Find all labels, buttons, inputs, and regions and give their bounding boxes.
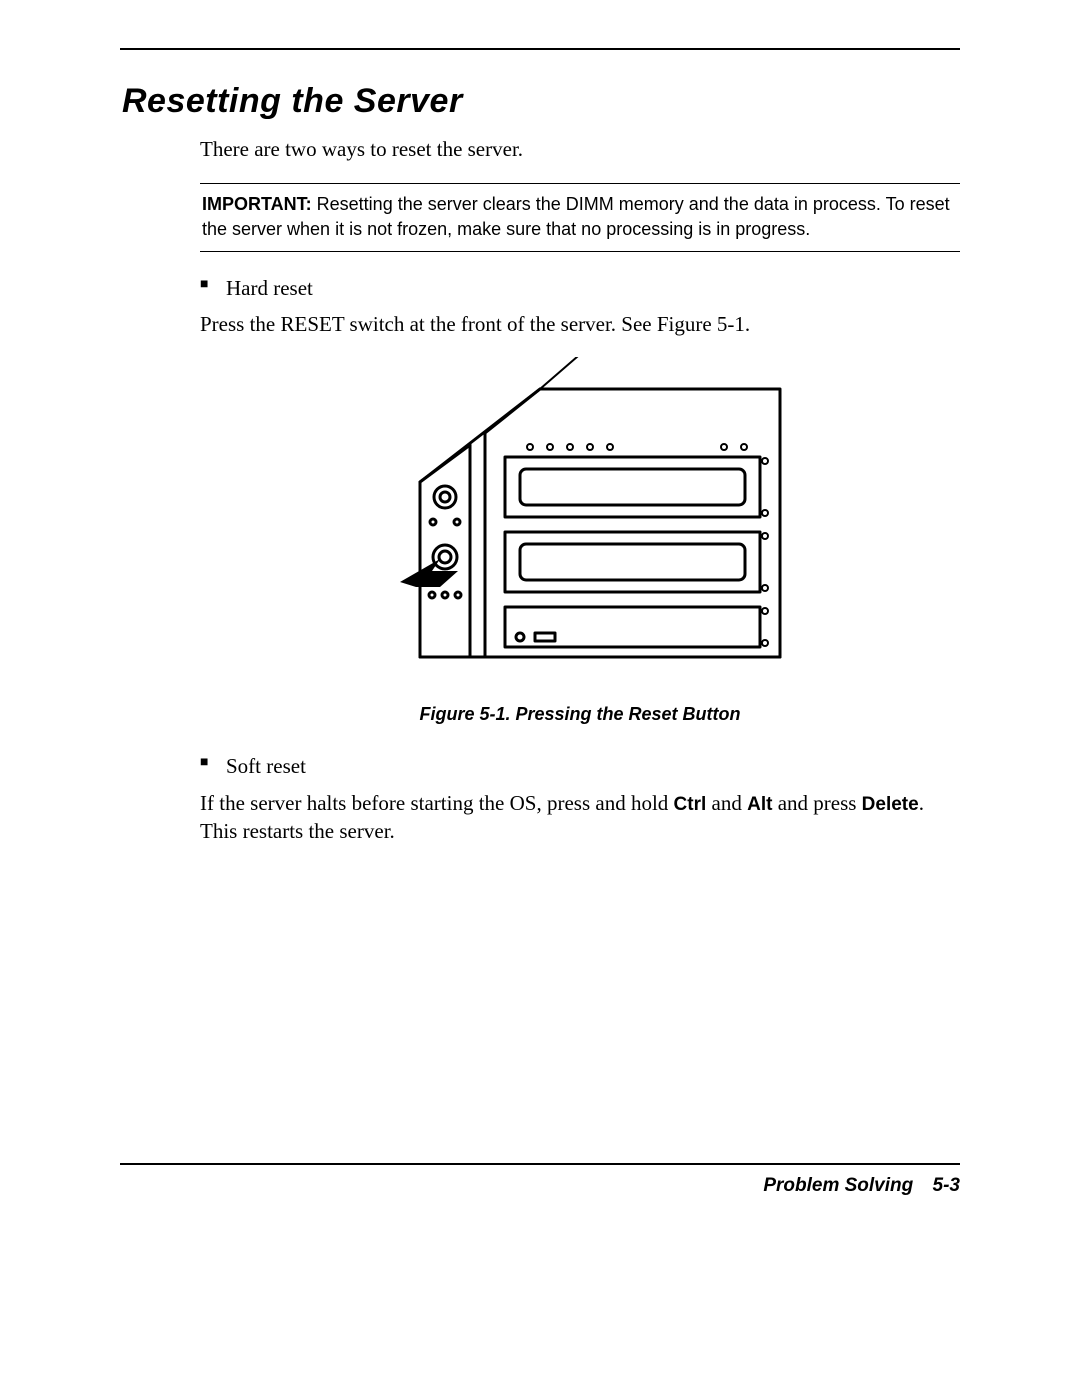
footer: Problem Solving 5-3 <box>120 1163 960 1197</box>
soft-reset-p1b: and <box>706 791 747 815</box>
footer-section: Problem Solving <box>763 1175 913 1196</box>
figure-caption: Figure 5-1. Pressing the Reset Button <box>200 702 960 726</box>
soft-reset-p1a: If the server halts before starting the … <box>200 791 674 815</box>
key-ctrl: Ctrl <box>674 794 707 815</box>
important-text: Resetting the server clears the DIMM mem… <box>202 194 950 238</box>
footer-page: 5-3 <box>933 1175 960 1196</box>
bullet-hard-reset: Hard reset <box>200 274 960 302</box>
important-label: IMPORTANT: <box>202 194 312 214</box>
important-box: IMPORTANT: Resetting the server clears t… <box>200 183 960 252</box>
figure <box>200 357 960 684</box>
page: Resetting the Server There are two ways … <box>0 0 1080 1397</box>
soft-reset-text: If the server halts before starting the … <box>200 789 960 846</box>
server-diagram <box>370 357 790 677</box>
section-title: Resetting the Server <box>122 82 960 121</box>
bullet-soft-reset: Soft reset <box>200 752 960 780</box>
bullet-list-soft: Soft reset <box>200 752 960 780</box>
content-area: Resetting the Server There are two ways … <box>120 50 960 846</box>
key-alt: Alt <box>747 794 772 815</box>
footer-text: Problem Solving 5-3 <box>120 1165 960 1197</box>
soft-reset-p1c: and press <box>772 791 861 815</box>
intro-text: There are two ways to reset the server. <box>200 135 960 163</box>
key-delete: Delete <box>862 794 919 815</box>
hard-reset-text: Press the RESET switch at the front of t… <box>200 310 960 338</box>
body: There are two ways to reset the server. … <box>200 135 960 846</box>
bullet-list-hard: Hard reset <box>200 274 960 302</box>
